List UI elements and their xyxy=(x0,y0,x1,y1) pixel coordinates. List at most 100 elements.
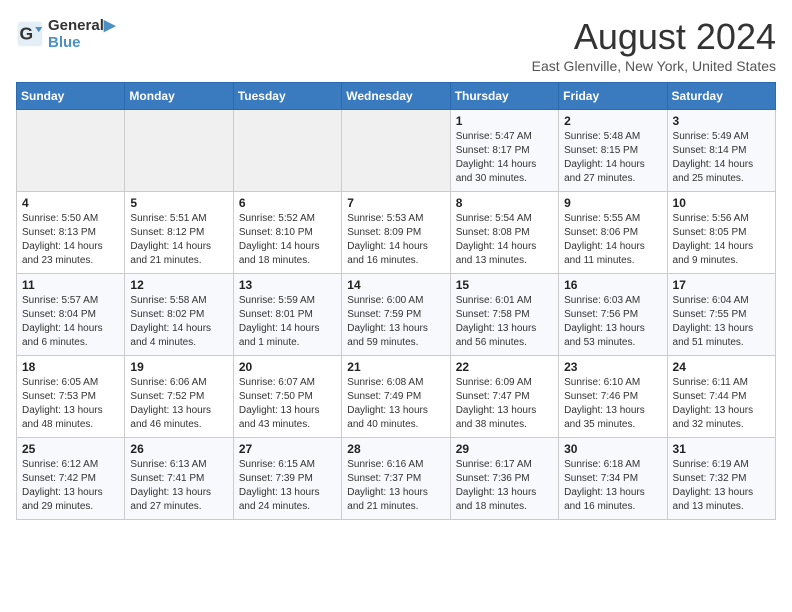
day-cell: 25 Sunrise: 6:12 AM Sunset: 7:42 PM Dayli… xyxy=(17,438,125,520)
col-header-wednesday: Wednesday xyxy=(342,83,450,110)
logo-icon: G xyxy=(16,20,44,48)
day-cell: 11Sunrise: 5:57 AM Sunset: 8:04 PM Dayli… xyxy=(17,274,125,356)
day-cell: 16Sunrise: 6:03 AM Sunset: 7:56 PM Dayli… xyxy=(559,274,667,356)
day-number: 5 xyxy=(130,196,227,210)
day-cell: 7 Sunrise: 5:53 AM Sunset: 8:09 PM Daylig… xyxy=(342,192,450,274)
day-cell: 23 Sunrise: 6:10 AM Sunset: 7:46 PM Dayli… xyxy=(559,356,667,438)
day-detail: Sunrise: 6:06 AM Sunset: 7:52 PM Dayligh… xyxy=(130,376,227,432)
col-header-saturday: Saturday xyxy=(667,83,775,110)
day-number: 12 xyxy=(130,278,227,292)
day-number: 28 xyxy=(347,442,444,456)
day-cell xyxy=(233,110,341,192)
week-row-5: 25 Sunrise: 6:12 AM Sunset: 7:42 PM Dayli… xyxy=(17,438,776,520)
day-detail: Sunrise: 6:01 AM Sunset: 7:58 PM Dayligh… xyxy=(456,294,553,350)
day-cell: 17Sunrise: 6:04 AM Sunset: 7:55 PM Dayli… xyxy=(667,274,775,356)
day-number: 8 xyxy=(456,196,553,210)
day-number: 31 xyxy=(673,442,770,456)
day-number: 2 xyxy=(564,114,661,128)
day-cell: 1Sunrise: 5:47 AM Sunset: 8:17 PM Daylig… xyxy=(450,110,558,192)
day-number: 18 xyxy=(22,360,119,374)
day-number: 7 xyxy=(347,196,444,210)
day-detail: Sunrise: 6:12 AM Sunset: 7:42 PM Dayligh… xyxy=(22,458,119,514)
day-detail: Sunrise: 6:16 AM Sunset: 7:37 PM Dayligh… xyxy=(347,458,444,514)
calendar-table: SundayMondayTuesdayWednesdayThursdayFrid… xyxy=(16,82,776,520)
page-subtitle: East Glenville, New York, United States xyxy=(532,58,776,74)
day-detail: Sunrise: 6:03 AM Sunset: 7:56 PM Dayligh… xyxy=(564,294,661,350)
day-detail: Sunrise: 5:53 AM Sunset: 8:09 PM Dayligh… xyxy=(347,212,444,268)
day-cell: 31Sunrise: 6:19 AM Sunset: 7:32 PM Dayli… xyxy=(667,438,775,520)
day-cell: 9Sunrise: 5:55 AM Sunset: 8:06 PM Daylig… xyxy=(559,192,667,274)
day-cell: 28 Sunrise: 6:16 AM Sunset: 7:37 PM Dayli… xyxy=(342,438,450,520)
week-row-3: 11Sunrise: 5:57 AM Sunset: 8:04 PM Dayli… xyxy=(17,274,776,356)
day-detail: Sunrise: 6:05 AM Sunset: 7:53 PM Dayligh… xyxy=(22,376,119,432)
day-cell: 24 Sunrise: 6:11 AM Sunset: 7:44 PM Dayli… xyxy=(667,356,775,438)
day-detail: Sunrise: 5:59 AM Sunset: 8:01 PM Dayligh… xyxy=(239,294,336,350)
day-cell: 20Sunrise: 6:07 AM Sunset: 7:50 PM Dayli… xyxy=(233,356,341,438)
day-detail: Sunrise: 5:49 AM Sunset: 8:14 PM Dayligh… xyxy=(673,130,770,186)
col-header-friday: Friday xyxy=(559,83,667,110)
day-number: 13 xyxy=(239,278,336,292)
page-title: August 2024 xyxy=(532,16,776,58)
day-cell: 19 Sunrise: 6:06 AM Sunset: 7:52 PM Dayli… xyxy=(125,356,233,438)
week-row-2: 4Sunrise: 5:50 AM Sunset: 8:13 PM Daylig… xyxy=(17,192,776,274)
day-detail: Sunrise: 5:54 AM Sunset: 8:08 PM Dayligh… xyxy=(456,212,553,268)
day-detail: Sunrise: 6:09 AM Sunset: 7:47 PM Dayligh… xyxy=(456,376,553,432)
day-detail: Sunrise: 6:08 AM Sunset: 7:49 PM Dayligh… xyxy=(347,376,444,432)
day-detail: Sunrise: 6:04 AM Sunset: 7:55 PM Dayligh… xyxy=(673,294,770,350)
col-header-sunday: Sunday xyxy=(17,83,125,110)
title-area: August 2024 East Glenville, New York, Un… xyxy=(532,16,776,74)
header-row: SundayMondayTuesdayWednesdayThursdayFrid… xyxy=(17,83,776,110)
day-cell: 21 Sunrise: 6:08 AM Sunset: 7:49 PM Dayli… xyxy=(342,356,450,438)
day-number: 14 xyxy=(347,278,444,292)
day-number: 9 xyxy=(564,196,661,210)
header: G General▶ Blue August 2024 East Glenvil… xyxy=(16,16,776,74)
day-number: 15 xyxy=(456,278,553,292)
day-detail: Sunrise: 6:10 AM Sunset: 7:46 PM Dayligh… xyxy=(564,376,661,432)
day-number: 22 xyxy=(456,360,553,374)
day-detail: Sunrise: 6:13 AM Sunset: 7:41 PM Dayligh… xyxy=(130,458,227,514)
day-cell: 12 Sunrise: 5:58 AM Sunset: 8:02 PM Dayli… xyxy=(125,274,233,356)
day-number: 30 xyxy=(564,442,661,456)
day-cell: 22 Sunrise: 6:09 AM Sunset: 7:47 PM Dayli… xyxy=(450,356,558,438)
day-detail: Sunrise: 5:48 AM Sunset: 8:15 PM Dayligh… xyxy=(564,130,661,186)
svg-text:G: G xyxy=(20,23,34,43)
day-number: 29 xyxy=(456,442,553,456)
day-detail: Sunrise: 6:07 AM Sunset: 7:50 PM Dayligh… xyxy=(239,376,336,432)
day-number: 21 xyxy=(347,360,444,374)
day-detail: Sunrise: 6:15 AM Sunset: 7:39 PM Dayligh… xyxy=(239,458,336,514)
col-header-thursday: Thursday xyxy=(450,83,558,110)
day-number: 10 xyxy=(673,196,770,210)
day-detail: Sunrise: 5:58 AM Sunset: 8:02 PM Dayligh… xyxy=(130,294,227,350)
day-number: 27 xyxy=(239,442,336,456)
day-detail: Sunrise: 6:11 AM Sunset: 7:44 PM Dayligh… xyxy=(673,376,770,432)
day-cell: 18 Sunrise: 6:05 AM Sunset: 7:53 PM Dayli… xyxy=(17,356,125,438)
day-detail: Sunrise: 5:56 AM Sunset: 8:05 PM Dayligh… xyxy=(673,212,770,268)
day-cell xyxy=(125,110,233,192)
day-cell: 29 Sunrise: 6:17 AM Sunset: 7:36 PM Dayli… xyxy=(450,438,558,520)
day-number: 19 xyxy=(130,360,227,374)
day-cell xyxy=(17,110,125,192)
day-cell: 8 Sunrise: 5:54 AM Sunset: 8:08 PM Daylig… xyxy=(450,192,558,274)
day-cell: 15 Sunrise: 6:01 AM Sunset: 7:58 PM Dayli… xyxy=(450,274,558,356)
day-number: 4 xyxy=(22,196,119,210)
day-cell: 13 Sunrise: 5:59 AM Sunset: 8:01 PM Dayli… xyxy=(233,274,341,356)
day-detail: Sunrise: 5:57 AM Sunset: 8:04 PM Dayligh… xyxy=(22,294,119,350)
day-detail: Sunrise: 6:18 AM Sunset: 7:34 PM Dayligh… xyxy=(564,458,661,514)
col-header-monday: Monday xyxy=(125,83,233,110)
day-cell: 14 Sunrise: 6:00 AM Sunset: 7:59 PM Dayli… xyxy=(342,274,450,356)
day-cell: 2 Sunrise: 5:48 AM Sunset: 8:15 PM Daylig… xyxy=(559,110,667,192)
day-cell xyxy=(342,110,450,192)
day-number: 23 xyxy=(564,360,661,374)
day-cell: 3Sunrise: 5:49 AM Sunset: 8:14 PM Daylig… xyxy=(667,110,775,192)
day-detail: Sunrise: 6:17 AM Sunset: 7:36 PM Dayligh… xyxy=(456,458,553,514)
logo-text: General▶ Blue xyxy=(48,16,115,51)
day-detail: Sunrise: 5:47 AM Sunset: 8:17 PM Dayligh… xyxy=(456,130,553,186)
day-cell: 26Sunrise: 6:13 AM Sunset: 7:41 PM Dayli… xyxy=(125,438,233,520)
day-cell: 5Sunrise: 5:51 AM Sunset: 8:12 PM Daylig… xyxy=(125,192,233,274)
day-number: 25 xyxy=(22,442,119,456)
day-number: 6 xyxy=(239,196,336,210)
day-detail: Sunrise: 6:00 AM Sunset: 7:59 PM Dayligh… xyxy=(347,294,444,350)
day-detail: Sunrise: 5:52 AM Sunset: 8:10 PM Dayligh… xyxy=(239,212,336,268)
day-number: 24 xyxy=(673,360,770,374)
day-cell: 30 Sunrise: 6:18 AM Sunset: 7:34 PM Dayli… xyxy=(559,438,667,520)
